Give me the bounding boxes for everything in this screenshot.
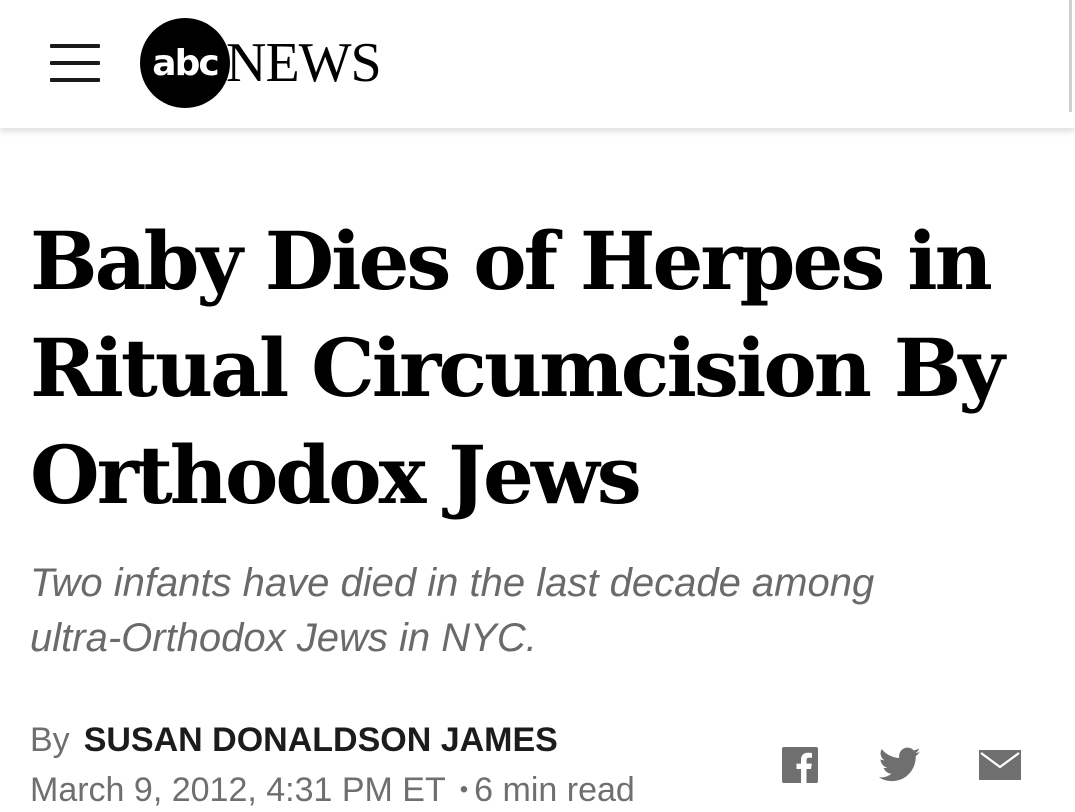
news-logo-word: NEWS	[226, 32, 382, 94]
article-headline: Baby Dies of Herpes in Ritual Circumcisi…	[30, 208, 1030, 529]
read-time: 6 min read	[474, 771, 635, 809]
headline-line: Ritual Circumcision By	[30, 321, 1005, 415]
menu-line	[50, 61, 100, 65]
abc-news-logo[interactable]: abc NEWS	[140, 18, 382, 108]
subheadline-line: Two infants have died in the last decade…	[30, 561, 875, 605]
subheadline-line: ultra-Orthodox Jews in NYC.	[30, 616, 537, 660]
facebook-icon	[782, 747, 818, 783]
author-link[interactable]: SUSAN DONALDSON JAMES	[84, 721, 558, 759]
article-subheadline: Two infants have died in the last decade…	[30, 556, 1030, 666]
menu-line	[50, 78, 100, 82]
menu-line	[50, 44, 100, 48]
headline-line: Orthodox Jews	[30, 428, 642, 522]
publish-info: March 9, 2012, 4:31 PM ET • 6 min read	[30, 770, 635, 810]
hamburger-menu-icon[interactable]	[50, 44, 100, 82]
twitter-icon	[879, 747, 921, 782]
scrollbar[interactable]	[1069, 0, 1072, 112]
abc-logo-mark: abc	[140, 18, 230, 108]
byline-prefix: By	[30, 721, 70, 759]
publish-date: March 9, 2012, 4:31 PM ET	[30, 771, 446, 809]
facebook-share-button[interactable]	[782, 745, 818, 785]
headline-line: Baby Dies of Herpes in	[30, 214, 993, 308]
twitter-share-button[interactable]	[878, 745, 922, 785]
email-icon	[979, 750, 1021, 780]
top-navigation-bar: abc NEWS	[0, 0, 1075, 128]
byline: By SUSAN DONALDSON JAMES	[30, 720, 558, 760]
separator-dot: •	[459, 776, 469, 803]
email-share-button[interactable]	[978, 745, 1022, 785]
